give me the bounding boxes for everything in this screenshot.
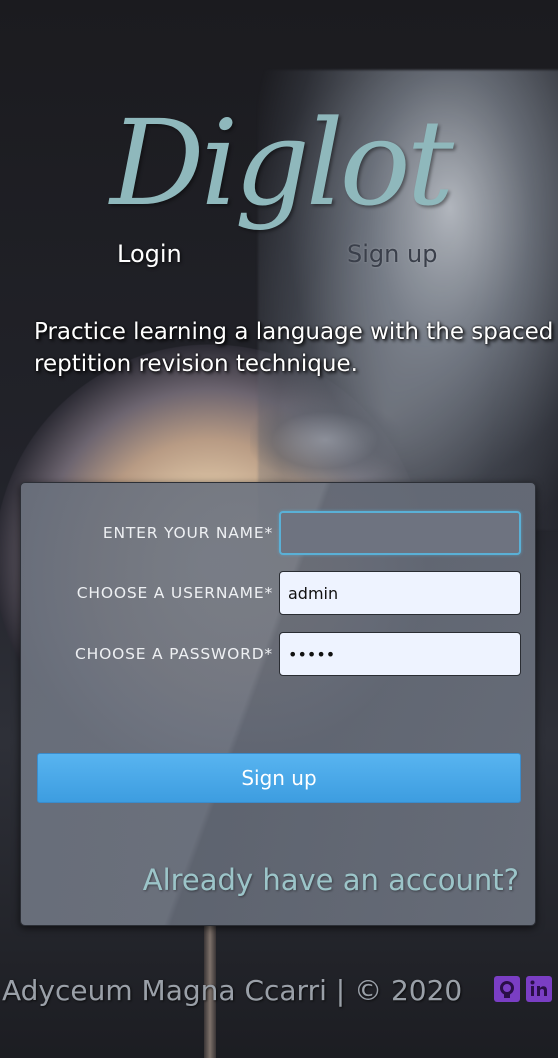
nav-login-link[interactable]: Login bbox=[117, 240, 182, 268]
password-input[interactable] bbox=[279, 632, 521, 676]
github-icon[interactable] bbox=[494, 976, 520, 1002]
app-logo: Diglot bbox=[110, 94, 454, 232]
statue-detail bbox=[250, 400, 400, 480]
name-input[interactable] bbox=[279, 511, 521, 555]
username-row: CHOOSE A USERNAME* bbox=[21, 571, 537, 617]
linkedin-icon[interactable] bbox=[526, 976, 552, 1002]
username-input[interactable] bbox=[279, 571, 521, 615]
name-label: ENTER YOUR NAME* bbox=[102, 524, 273, 542]
name-row: ENTER YOUR NAME* bbox=[21, 511, 537, 557]
footer-copyright: Adyceum Magna Ccarri | © 2020 bbox=[2, 974, 463, 1007]
username-label: CHOOSE A USERNAME* bbox=[76, 584, 273, 602]
password-row: CHOOSE A PASSWORD* bbox=[21, 632, 537, 678]
signup-button[interactable]: Sign up bbox=[37, 753, 521, 803]
tagline: Practice learning a language with the sp… bbox=[34, 319, 554, 377]
signup-form-panel: ENTER YOUR NAME* CHOOSE A USERNAME* CHOO… bbox=[20, 482, 536, 926]
already-have-account-link[interactable]: Already have an account? bbox=[143, 863, 519, 897]
nav-signup-link[interactable]: Sign up bbox=[347, 240, 437, 268]
password-label: CHOOSE A PASSWORD* bbox=[75, 645, 273, 663]
